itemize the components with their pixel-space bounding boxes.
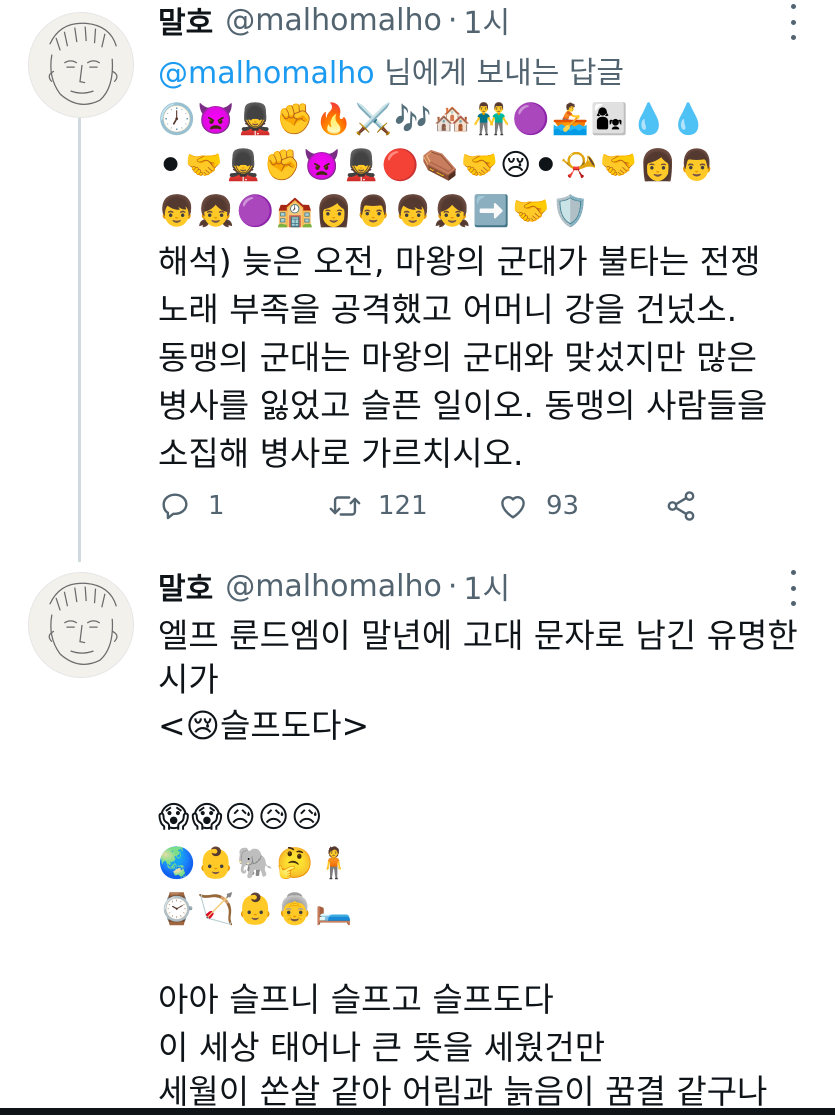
reply-context: @malhomalho 님에게 보내는 답글 [158,48,624,92]
more-options-icon[interactable] [785,4,801,40]
emoji-line: 🕖👿💂✊🔥⚔️🎶🏘️👬🟣🚣👩‍👧💧💧 [158,102,709,137]
user-handle[interactable]: @malhomalho [225,3,442,38]
avatar-sketch-face-icon [48,22,118,105]
tweet-text-line: 동맹의 군대는 마왕의 군대와 맞섰지만 많은 [158,338,757,377]
emoji-line: 🌏👶🐘🤔🧍 [158,846,355,881]
like-button[interactable]: 93 [496,484,579,528]
timestamp[interactable]: 1시 [463,0,510,42]
tweet-text-line: 노래 부족을 공격했고 어머니 강을 건넜소. [158,290,738,329]
heart-icon [501,496,525,519]
tweet-header: 말호 @malhomalho · 1시 [158,0,510,42]
emoji-line: ⌚🏹👶👵🛏️ [158,892,355,927]
separator-dot: · [447,2,458,38]
avatar-sketch-face-icon [48,582,118,665]
retweet-button[interactable]: 121 [328,484,428,528]
like-count: 93 [546,491,580,521]
separator-dot: · [447,568,458,604]
speech-bubble-icon [162,493,188,520]
tweet-text-line: 해석) 늦은 오전, 마왕의 군대가 불타는 전쟁 [158,242,761,281]
reply-context-text: 님에게 보내는 답글 [374,56,625,91]
display-name[interactable]: 말호 [158,564,213,608]
avatar[interactable] [28,12,134,118]
tweet-text-line: 병사를 잃었고 슬픈 일이오. 동맹의 사람들을 [158,386,768,425]
bottom-edge-bar [0,1108,835,1115]
emoji-line: 👦👧🟣🏫👩👨👦👧➡️🤝🛡️ [158,194,591,229]
reply-mention-link[interactable]: @malhomalho [158,56,375,91]
reply-button[interactable]: 1 [158,484,225,528]
more-options-icon[interactable] [785,570,801,606]
avatar[interactable] [28,572,134,678]
emoji-line: ⚫🤝💂✊👿💂🔴⚰️🤝😢⚫📯🤝👩👨 [158,148,718,183]
reply-count: 1 [208,491,225,521]
share-button[interactable] [664,484,714,528]
tweet-text-line: 소집해 병사로 가르치시오. [158,434,524,473]
tweet-header: 말호 @malhomalho · 1시 [158,564,510,608]
tweet-text-line: 엘프 룬드엠이 말년에 고대 문자로 남긴 유명한 [158,616,798,655]
tweet-actions: 1 121 93 [158,484,718,528]
emoji-line: 😱😱😥😥😥 [158,800,325,835]
tweet-text-line: <😢슬프도다> [158,706,370,745]
poem-line: 이 세상 태어나 큰 뜻을 세웠건만 [158,1028,606,1067]
user-handle[interactable]: @malhomalho [225,569,442,604]
display-name[interactable]: 말호 [158,0,213,42]
tweet-text-line: 시가 [158,660,219,699]
retweet-count: 121 [378,491,428,521]
poem-line: 아아 슬프니 슬프고 슬프도다 [158,980,554,1019]
retweet-icon [329,496,361,516]
share-icon [667,491,695,521]
thread-connector-line [78,118,81,562]
timestamp[interactable]: 1시 [463,564,510,608]
